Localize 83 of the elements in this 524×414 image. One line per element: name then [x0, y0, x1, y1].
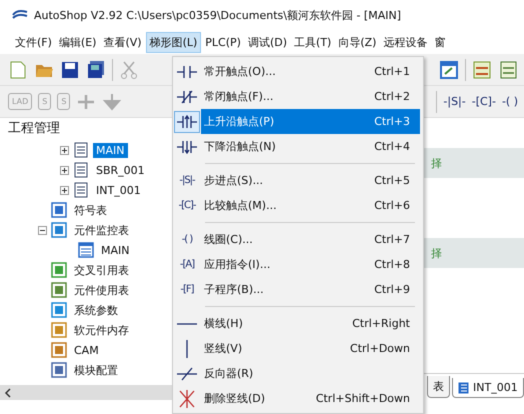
new-file-icon[interactable]: [8, 60, 28, 80]
document-icon: [458, 382, 469, 394]
document-icon: [73, 182, 89, 198]
tree-item[interactable]: 软元件内存: [71, 322, 132, 338]
menu-item[interactable]: 文件(F): [12, 32, 55, 52]
save-icon[interactable]: [60, 60, 80, 80]
delete-icon: [179, 390, 195, 408]
toolbar-button[interactable]: -|S|-: [443, 95, 466, 108]
save-all-icon[interactable]: [86, 60, 106, 80]
menu-item[interactable]: 反向器(R): [173, 361, 420, 386]
panel-title: 工程管理: [7, 120, 61, 138]
menu-item[interactable]: 向导(Z): [335, 32, 380, 52]
menu-item[interactable]: 查看(V): [100, 32, 145, 52]
tree-item[interactable]: SBR_001: [93, 162, 148, 178]
menu-item[interactable]: 调试(D): [244, 32, 290, 52]
menu-item[interactable]: -[C]- 比较触点(M)... Ctrl+6: [173, 193, 420, 218]
toolbar-button[interactable]: -[C]-: [472, 95, 496, 108]
menu-item[interactable]: -|S|- 步进点(S)... Ctrl+5: [173, 168, 420, 193]
contact-icon: [177, 64, 197, 78]
tree-item[interactable]: MAIN: [98, 242, 132, 258]
tree-item[interactable]: CAM: [71, 342, 102, 358]
horizontal-scrollbar[interactable]: [0, 385, 172, 400]
menu-item[interactable]: -( ) 线圈(C)... Ctrl+7: [173, 227, 420, 252]
menu-item[interactable]: 下降沿触点(N) Ctrl+4: [173, 134, 420, 159]
rung-comment: 择: [431, 156, 442, 170]
toolbar-button[interactable]: -( ): [502, 95, 518, 108]
menu-item[interactable]: 上升沿触点(P) Ctrl+3: [173, 109, 420, 134]
app-icon: [12, 9, 28, 21]
instruction-icon: -[C]-: [178, 200, 196, 211]
tree-node-icon: [51, 262, 67, 278]
menu-item[interactable]: -[F] 子程序(B)... Ctrl+9: [173, 277, 420, 302]
menu-item[interactable]: 远程设备: [380, 32, 430, 52]
tree-item[interactable]: 元件使用表: [71, 282, 132, 298]
tree-node-icon: [51, 322, 67, 338]
menu-item[interactable]: 工具(T): [291, 32, 334, 52]
tree-item[interactable]: MAIN: [93, 142, 128, 158]
tree-node-icon: [51, 282, 67, 298]
tree-node-icon: [51, 202, 67, 218]
document-icon: [73, 142, 89, 158]
menu-item[interactable]: PLC(P): [202, 34, 244, 50]
menu-item[interactable]: 常闭触点(F)... Ctrl+2: [173, 84, 420, 109]
rising-edge-icon: [177, 114, 197, 128]
horizontal-line-icon: [177, 322, 197, 326]
instruction-icon: -[A]: [180, 259, 194, 270]
editor-tab[interactable]: 表: [427, 376, 450, 398]
tree-item[interactable]: INT_001: [93, 182, 144, 198]
expand-toggle[interactable]: [60, 166, 69, 174]
menu-item[interactable]: 常开触点(O)... Ctrl+1: [173, 59, 420, 84]
menu-item[interactable]: 梯形图(L): [146, 32, 202, 52]
table-icon: [78, 242, 94, 258]
window-icon[interactable]: [439, 60, 459, 80]
tree-item[interactable]: 模块配置: [71, 362, 121, 378]
menu-item[interactable]: 窗: [431, 32, 448, 52]
menu-item[interactable]: 删除竖线(D) Ctrl+Shift+Down: [173, 386, 420, 411]
editor-tab[interactable]: INT_001: [452, 378, 524, 398]
falling-edge-icon: [177, 140, 197, 154]
instruction-icon: -|S|-: [179, 175, 195, 186]
tree-item[interactable]: 系统参数: [71, 302, 121, 318]
menu-item[interactable]: 横线(H) Ctrl+Right: [173, 311, 420, 336]
ladder-doc-icon[interactable]: [498, 60, 518, 80]
document-icon: [73, 162, 89, 178]
window-title: AutoShop V2.92 C:\Users\pc0359\Documents\额河东软件园 - [MAIN]: [34, 8, 402, 22]
tree-node-icon: [51, 342, 67, 358]
menu-item[interactable]: 编辑(E): [56, 32, 100, 52]
inverter-icon: [177, 366, 197, 380]
instruction-icon: -[F]: [180, 284, 194, 295]
ladder-list-icon[interactable]: [472, 60, 492, 80]
menu-item[interactable]: -[A] 应用指令(I)... Ctrl+8: [173, 252, 420, 277]
expand-toggle[interactable]: [38, 226, 47, 234]
tree-item[interactable]: 交叉引用表: [71, 262, 132, 278]
vertical-line-icon: [185, 340, 189, 358]
tree-node-icon: [51, 222, 67, 238]
rung-comment: 择: [431, 246, 442, 260]
expand-toggle[interactable]: [60, 146, 69, 154]
tree-item[interactable]: 符号表: [71, 202, 110, 218]
scroll-left-icon[interactable]: [4, 388, 12, 398]
tree-item[interactable]: 元件监控表: [71, 222, 132, 238]
tree-node-icon: [51, 362, 67, 378]
expand-toggle[interactable]: [60, 186, 69, 194]
closed-contact-icon: [177, 90, 197, 104]
menu-item[interactable]: 竖线(V) Ctrl+Down: [173, 336, 420, 361]
tree-node-icon: [51, 302, 67, 318]
instruction-icon: -( ): [182, 234, 192, 245]
